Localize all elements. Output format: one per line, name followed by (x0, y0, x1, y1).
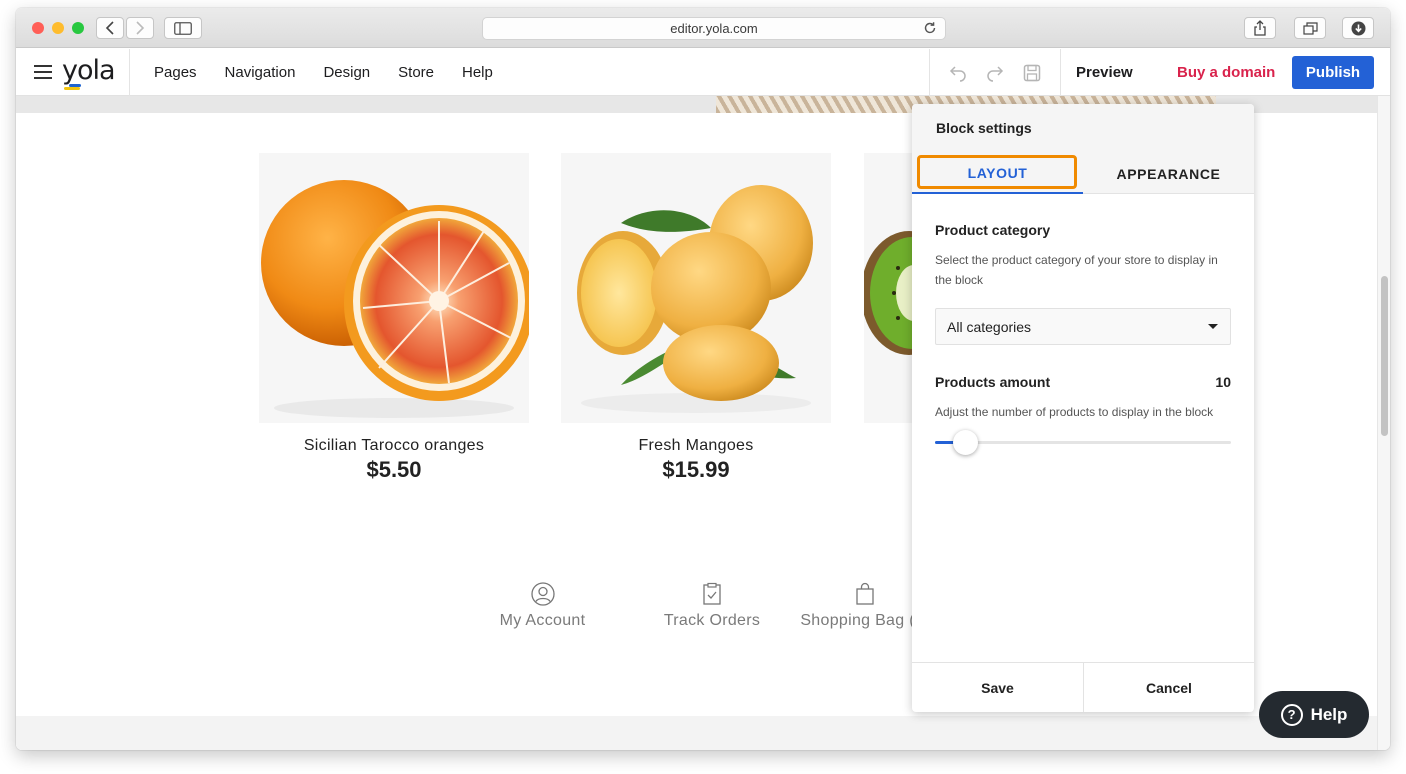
logo-accent-yellow (64, 87, 80, 90)
toolbar-divider (1060, 49, 1061, 96)
publish-button[interactable]: Publish (1292, 56, 1374, 89)
slider-thumb[interactable] (952, 430, 978, 455)
product-card[interactable]: Sicilian Tarocco oranges $5.50 (259, 153, 529, 483)
downloads-button[interactable] (1342, 17, 1374, 39)
tab-appearance[interactable]: APPEARANCE (1083, 154, 1254, 194)
product-price: $5.50 (366, 457, 422, 482)
share-icon (1254, 20, 1266, 36)
history-controls (930, 49, 1060, 96)
product-name: Fresh Mangoes (638, 437, 754, 454)
select-value: All categories (947, 318, 1032, 335)
products-amount-description: Adjust the number of products to display… (935, 405, 1214, 419)
product-category-description: Select the product category of your stor… (935, 253, 1218, 287)
redo-icon[interactable] (986, 64, 1004, 82)
track-orders-link[interactable]: Track Orders (651, 582, 773, 630)
yola-logo: yola (62, 55, 116, 86)
page-scrollbar[interactable] (1377, 96, 1390, 750)
save-button[interactable]: Save (912, 663, 1083, 712)
nav-help[interactable]: Help (462, 64, 493, 81)
help-chat-button[interactable]: ? Help (1259, 691, 1369, 738)
logo-accent-blue (69, 84, 81, 87)
toolbar-divider (129, 49, 130, 96)
address-bar-text: editor.yola.com (670, 21, 758, 36)
menu-icon[interactable] (34, 65, 52, 79)
block-settings-panel: Block settings LAYOUT APPEARANCE Product… (912, 104, 1254, 712)
forward-button[interactable] (126, 17, 154, 39)
download-icon (1351, 21, 1365, 35)
address-bar[interactable]: editor.yola.com (482, 17, 946, 40)
maximize-window-button[interactable] (72, 22, 84, 34)
page-footer-band (16, 716, 1377, 750)
undo-icon[interactable] (949, 64, 967, 82)
close-window-button[interactable] (32, 22, 44, 34)
minimize-window-button[interactable] (52, 22, 64, 34)
tabs-icon (1302, 21, 1318, 35)
orange-image (259, 153, 529, 423)
back-button[interactable] (96, 17, 124, 39)
shopping-bag-icon (856, 582, 874, 605)
cancel-button[interactable]: Cancel (1083, 663, 1254, 712)
track-orders-label: Track Orders (663, 612, 761, 629)
nav-design[interactable]: Design (323, 64, 370, 81)
products-amount-value: 10 (1215, 374, 1231, 390)
editor-toolbar: yola Pages Navigation Design Store Help … (16, 49, 1390, 96)
sidebar-icon (174, 21, 192, 35)
product-card[interactable]: Fresh Mangoes $15.99 (561, 153, 831, 483)
product-name: Sicilian Tarocco oranges (303, 437, 485, 454)
chevron-left-icon (105, 21, 114, 35)
save-icon[interactable] (1023, 64, 1041, 82)
product-price: $15.99 (662, 457, 730, 482)
chevron-right-icon (136, 21, 145, 35)
panel-header: Block settings LAYOUT APPEARANCE (912, 104, 1254, 194)
nav-pages[interactable]: Pages (154, 64, 197, 81)
nav-store[interactable]: Store (398, 64, 434, 81)
reload-icon[interactable] (923, 21, 937, 35)
my-account-label: My Account (499, 612, 586, 629)
editor-nav: Pages Navigation Design Store Help (154, 49, 493, 96)
shopping-bag-label: Shopping Bag (1) (800, 612, 930, 629)
panel-footer: Save Cancel (912, 662, 1254, 712)
mango-image (561, 153, 831, 423)
sidebar-toggle-button[interactable] (164, 17, 202, 39)
products-amount-title: Products amount (935, 374, 1051, 390)
caret-down-icon (1208, 324, 1218, 329)
browser-titlebar: editor.yola.com (16, 8, 1390, 48)
panel-title: Block settings (936, 120, 1032, 136)
preview-button[interactable]: Preview (1076, 49, 1133, 96)
product-category-title: Product category (935, 222, 1051, 238)
share-button[interactable] (1244, 17, 1276, 39)
tab-layout[interactable]: LAYOUT (912, 154, 1083, 194)
my-account-link[interactable]: My Account (486, 582, 599, 630)
nav-navigation[interactable]: Navigation (225, 64, 296, 81)
products-amount-slider[interactable] (935, 430, 1231, 455)
buy-domain-link[interactable]: Buy a domain (1177, 49, 1275, 96)
product-category-select[interactable]: All categories (935, 308, 1231, 345)
tabs-overview-button[interactable] (1294, 17, 1326, 39)
question-icon: ? (1280, 703, 1303, 726)
help-label: Help (1310, 704, 1348, 724)
scrollbar-thumb[interactable] (1381, 276, 1388, 436)
user-circle-icon (530, 582, 555, 606)
clipboard-check-icon (703, 582, 721, 605)
